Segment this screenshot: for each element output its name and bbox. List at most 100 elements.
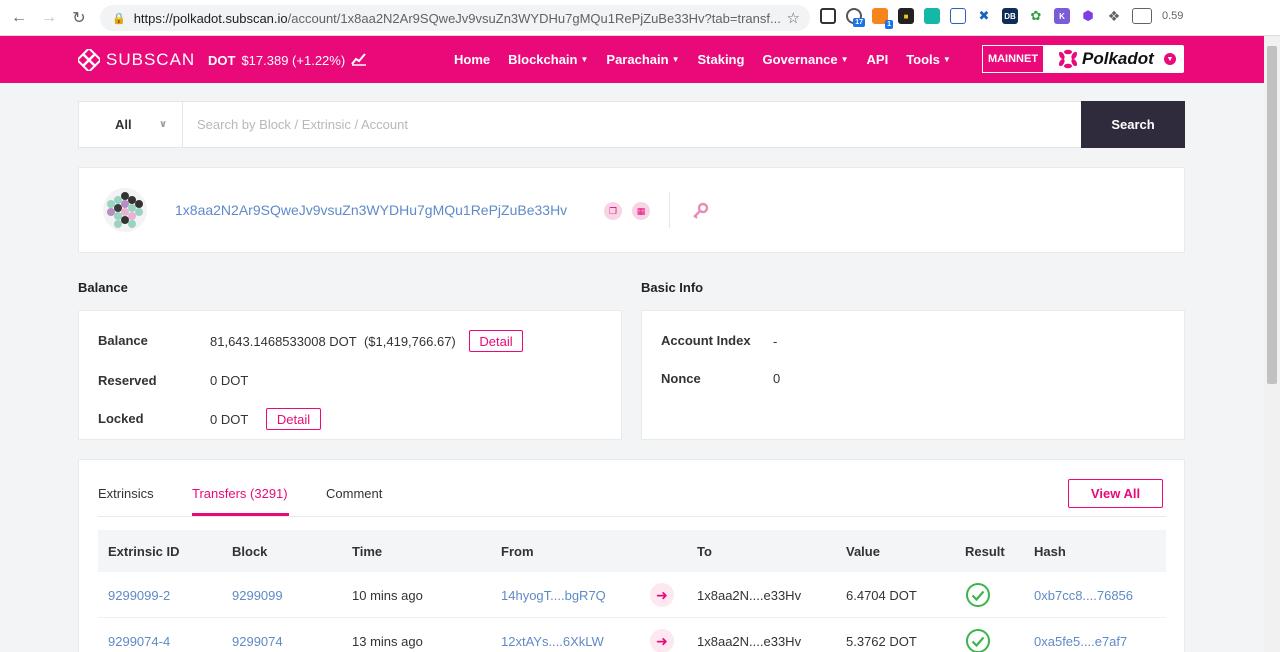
price-value: $17.389 (+1.22%)	[241, 53, 346, 68]
column-header-result: Result	[965, 544, 1005, 559]
balance-value: 81,643.1468533008 DOT ($1,419,766.67)	[210, 334, 456, 349]
lock-icon: 🔒	[112, 12, 126, 25]
extensions-bar: 17 1 ■ ✖ DB ✿ K ⬢ ❖ 0.59	[820, 8, 1184, 29]
tab-extrinsics[interactable]: Extrinsics	[98, 486, 154, 501]
chevron-down-icon: ∨	[159, 119, 168, 130]
chain-dropdown-icon[interactable]: ▼	[1164, 53, 1176, 65]
block-link[interactable]: 9299074	[232, 634, 283, 649]
arrow-right-icon: ➜	[650, 629, 674, 652]
account-address: 1x8aa2N2Ar9SQweJv9vsuZn3WYDHu7gMQu1RePjZ…	[175, 202, 568, 218]
extension-hex-icon[interactable]: ⬢	[1080, 8, 1096, 24]
extension-counter-icon[interactable]	[1132, 8, 1152, 24]
price-chart-icon[interactable]	[351, 52, 367, 69]
column-header-from: From	[501, 544, 534, 559]
success-check-icon	[965, 628, 991, 652]
column-header-hash: Hash	[1034, 544, 1066, 559]
extension-teal-icon[interactable]	[924, 8, 940, 24]
column-header-value: Value	[846, 544, 880, 559]
extension-db-icon[interactable]: DB	[1002, 8, 1018, 24]
from-link[interactable]: 12xtAYs....6XkLW	[501, 634, 604, 649]
extrinsic-id-link[interactable]: 9299099-2	[108, 588, 170, 603]
tab-comment[interactable]: Comment	[326, 486, 382, 501]
column-header-time: Time	[352, 544, 383, 559]
qr-code-icon[interactable]: ▦	[632, 202, 650, 220]
account-index-label: Account Index	[661, 333, 751, 348]
network-switcher[interactable]: MAINNET Polkadot ▼	[982, 45, 1184, 73]
view-all-button[interactable]: View All	[1068, 479, 1163, 508]
balance-detail-button[interactable]: Detail	[469, 330, 523, 352]
menu-item-governance[interactable]: Governance ▼	[762, 52, 848, 67]
address-bar[interactable]: 🔒 https://polkadot.subscan.io/account/1x…	[100, 5, 810, 31]
extension-yellow-icon[interactable]: ■	[898, 8, 914, 24]
menu-item-blockchain[interactable]: Blockchain ▼	[508, 52, 588, 67]
scrollbar-thumb[interactable]	[1267, 46, 1277, 384]
chain-logo: Polkadot	[1058, 49, 1154, 69]
table-row: 9299074-4 9299074 13 mins ago 12xtAYs...…	[98, 618, 1166, 652]
key-icon[interactable]	[691, 202, 709, 220]
arrow-right-icon: ➜	[650, 583, 674, 607]
menu-item-api[interactable]: API	[867, 52, 889, 67]
basic-info-card: Account Index - Nonce 0	[641, 310, 1185, 440]
account-header-card: 1x8aa2N2Ar9SQweJv9vsuZn3WYDHu7gMQu1RePjZ…	[78, 167, 1185, 253]
menu-item-parachain[interactable]: Parachain ▼	[606, 52, 679, 67]
url-path: /account/1x8aa2N2Ar9SQweJv9vsuZn3WYDHu7g…	[287, 10, 781, 26]
extension-leaf-icon[interactable]: ✿	[1028, 8, 1044, 24]
nonce-label: Nonce	[661, 371, 701, 386]
extension-clock-icon[interactable]: 17	[846, 8, 865, 27]
search-button[interactable]: Search	[1081, 101, 1185, 148]
forward-icon[interactable]: →	[38, 7, 60, 29]
account-index-value: -	[773, 334, 778, 349]
back-icon[interactable]: ←	[8, 7, 30, 29]
balance-card: Balance 81,643.1468533008 DOT ($1,419,76…	[78, 310, 622, 440]
reserved-label: Reserved	[98, 373, 157, 388]
search-input[interactable]	[183, 102, 1081, 147]
extrinsic-id-link[interactable]: 9299074-4	[108, 634, 170, 649]
time-cell: 13 mins ago	[352, 634, 423, 649]
locked-detail-button[interactable]: Detail	[266, 408, 321, 430]
chain-name: Polkadot	[1082, 49, 1154, 68]
token-price: DOT $17.389 (+1.22%)	[208, 52, 367, 69]
extension-x-icon[interactable]: ✖	[976, 8, 992, 24]
hash-link[interactable]: 0xb7cc8....76856	[1034, 588, 1133, 603]
nonce-value: 0	[773, 371, 781, 386]
table-row: 9299099-2 9299099 10 mins ago 14hyogT...…	[98, 572, 1166, 618]
success-check-icon	[965, 582, 991, 608]
menu-item-staking[interactable]: Staking	[697, 52, 744, 67]
caret-down-icon: ▼	[942, 55, 951, 64]
time-cell: 10 mins ago	[352, 588, 423, 603]
extensions-puzzle-icon[interactable]: ❖	[1106, 8, 1122, 24]
extension-cube-icon[interactable]	[820, 8, 836, 24]
value-cell: 6.4704 DOT	[846, 588, 917, 603]
bookmark-star-icon[interactable]: ☆	[787, 9, 800, 27]
divider	[669, 192, 670, 228]
from-link[interactable]: 14hyogT....bgR7Q	[501, 588, 606, 603]
reload-icon[interactable]: ↻	[68, 7, 90, 29]
activity-panel: Extrinsics Transfers (3291) Comment View…	[78, 459, 1185, 652]
logo-text: SUBSCAN	[106, 50, 196, 69]
copy-icon[interactable]: ❐	[604, 202, 622, 220]
extension-k-icon[interactable]: K	[1054, 8, 1070, 24]
column-header-extrinsic-id: Extrinsic ID	[108, 544, 180, 559]
extension-flag-icon[interactable]	[950, 8, 966, 24]
menu-item-home[interactable]: Home	[454, 52, 490, 67]
menu-item-tools[interactable]: Tools ▼	[906, 52, 951, 67]
locked-value: 0 DOT	[210, 412, 249, 427]
main-menu: Home Blockchain ▼ Parachain ▼ Staking Gove…	[454, 52, 969, 67]
balance-label: Balance	[98, 333, 148, 348]
extension-fox-icon[interactable]: 1	[872, 8, 893, 29]
basic-info-section-title: Basic Info	[641, 280, 704, 295]
to-cell: 1x8aa2N....e33Hv	[697, 588, 802, 603]
account-identicon	[103, 188, 147, 232]
tab-transfers[interactable]: Transfers (3291)	[192, 486, 288, 501]
extension-counter-text: 0.59	[1162, 10, 1184, 22]
browser-toolbar: ← → ↻ 🔒 https://polkadot.subscan.io/acco…	[0, 0, 1280, 36]
hash-link[interactable]: 0xa5fe5....e7af7	[1034, 634, 1127, 649]
search-filter-select[interactable]: All ∨	[79, 102, 183, 147]
to-cell: 1x8aa2N....e33Hv	[697, 634, 802, 649]
block-link[interactable]: 9299099	[232, 588, 283, 603]
caret-down-icon: ▼	[580, 55, 589, 64]
column-header-block: Block	[232, 544, 268, 559]
balance-section-title: Balance	[78, 280, 128, 295]
subscan-logo[interactable]: SUBSCAN	[78, 49, 195, 71]
mainnet-label: MAINNET	[982, 45, 1044, 73]
